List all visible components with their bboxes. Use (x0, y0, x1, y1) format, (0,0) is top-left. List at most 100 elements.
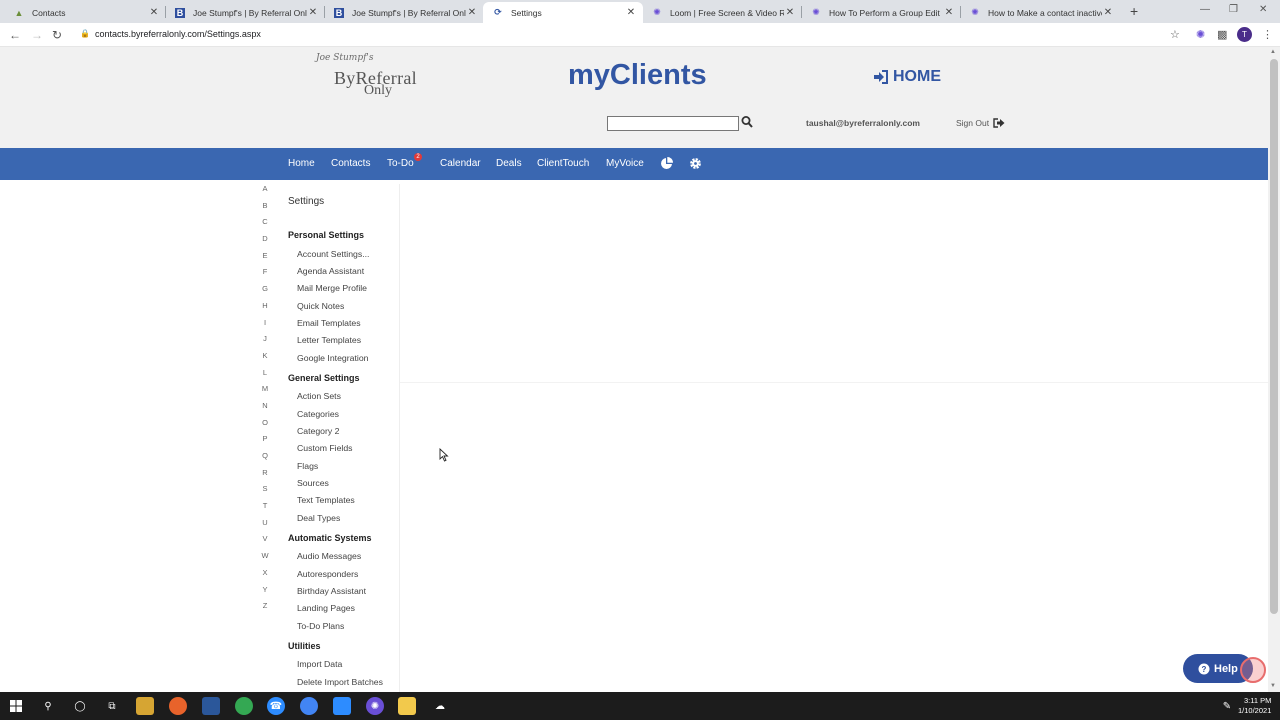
settings-link[interactable]: Letter Templates (297, 335, 361, 345)
alpha-letter[interactable]: P (258, 434, 272, 451)
settings-link[interactable]: Flags (297, 461, 318, 471)
scroll-down-icon[interactable]: ▼ (1270, 683, 1276, 689)
alpha-letter[interactable]: Z (258, 601, 272, 618)
alpha-letter[interactable]: W (258, 551, 272, 568)
zoom-icon[interactable] (333, 697, 351, 715)
loom-icon[interactable]: ✺ (366, 697, 384, 715)
nav-todo[interactable]: To-Do (387, 158, 414, 169)
cortana-icon[interactable]: ◯ (71, 697, 89, 715)
browser-tab[interactable]: B Joe Stumpf's | By Referral Only ✕ (324, 2, 484, 23)
calculator-icon[interactable] (202, 697, 220, 715)
settings-link[interactable]: Audio Messages (297, 551, 361, 561)
pen-icon[interactable]: ✎ (1218, 697, 1236, 715)
back-icon[interactable]: ← (9, 28, 21, 42)
alpha-letter[interactable]: M (258, 384, 272, 401)
pie-chart-icon[interactable] (660, 157, 673, 170)
reload-icon[interactable]: ↻ (52, 28, 62, 42)
settings-link[interactable]: Categories (297, 409, 339, 419)
settings-link[interactable]: Text Templates (297, 495, 355, 505)
scroll-thumb[interactable] (1270, 59, 1278, 614)
alpha-letter[interactable]: K (258, 351, 272, 368)
alpha-letter[interactable]: C (258, 217, 272, 234)
nav-contacts[interactable]: Contacts (331, 158, 370, 169)
settings-link[interactable]: Landing Pages (297, 603, 355, 613)
restore-icon[interactable]: ❐ (1229, 4, 1238, 15)
window-close-icon[interactable]: ✕ (1259, 4, 1267, 15)
alpha-letter[interactable]: S (258, 484, 272, 501)
brand-logo[interactable]: Joe Stumpf's ByReferral Only (316, 53, 436, 99)
settings-link[interactable]: Quick Notes (297, 301, 344, 311)
settings-link[interactable]: Account Settings... (297, 249, 369, 259)
alpha-letter[interactable]: G (258, 284, 272, 301)
alpha-letter[interactable]: B (258, 201, 272, 218)
settings-link[interactable]: Mail Merge Profile (297, 283, 367, 293)
alpha-letter[interactable]: A (258, 184, 272, 201)
search-icon[interactable]: ⚲ (39, 697, 57, 715)
nav-myvoice[interactable]: MyVoice (606, 158, 644, 169)
settings-link[interactable]: To-Do Plans (297, 621, 344, 631)
alpha-letter[interactable]: I (258, 318, 272, 335)
settings-link[interactable]: Custom Fields (297, 443, 353, 453)
close-icon[interactable]: ✕ (466, 7, 478, 18)
alpha-letter[interactable]: N (258, 401, 272, 418)
settings-link[interactable]: Sources (297, 478, 329, 488)
settings-link[interactable]: Action Sets (297, 391, 341, 401)
alpha-letter[interactable]: H (258, 301, 272, 318)
settings-link[interactable]: Email Templates (297, 318, 361, 328)
close-icon[interactable]: ✕ (784, 7, 796, 18)
firefox-icon[interactable] (169, 697, 187, 715)
home-link[interactable]: HOME (873, 68, 941, 86)
scroll-up-icon[interactable]: ▲ (1270, 49, 1276, 55)
forward-icon[interactable]: → (31, 28, 43, 42)
page-scrollbar[interactable]: ▲ ▼ (1268, 47, 1280, 692)
settings-link[interactable]: Deal Types (297, 513, 340, 523)
chrome-icon[interactable] (235, 697, 253, 715)
settings-link[interactable]: Import Data (297, 659, 342, 669)
settings-link[interactable]: Agenda Assistant (297, 266, 364, 276)
nav-calendar[interactable]: Calendar (440, 158, 481, 169)
browser-tab[interactable]: ✺ How to Make a contact inactive ✕ (960, 2, 1120, 23)
browser-tab[interactable]: ▲ Contacts ✕ (4, 2, 166, 23)
browser-tab-active[interactable]: ⟳ Settings ✕ (483, 2, 643, 23)
minimize-icon[interactable]: — (1200, 4, 1210, 15)
browser-tab[interactable]: ✺ Loom | Free Screen & Video Rec... ✕ (642, 2, 802, 23)
settings-link[interactable]: Google Integration (297, 353, 368, 363)
search-input[interactable] (607, 116, 739, 131)
new-tab-icon[interactable]: + (1130, 3, 1138, 19)
nav-deals[interactable]: Deals (496, 158, 522, 169)
settings-link[interactable]: Delete Import Batches (297, 677, 383, 687)
close-icon[interactable]: ✕ (148, 7, 160, 18)
cloud-app-icon[interactable]: ☁ (431, 697, 449, 715)
alpha-letter[interactable]: R (258, 468, 272, 485)
alpha-letter[interactable]: O (258, 418, 272, 435)
alpha-letter[interactable]: X (258, 568, 272, 585)
alpha-letter[interactable]: D (258, 234, 272, 251)
settings-link[interactable]: Category 2 (297, 426, 340, 436)
settings-link[interactable]: Birthday Assistant (297, 586, 366, 596)
alpha-letter[interactable]: J (258, 334, 272, 351)
close-icon[interactable]: ✕ (307, 7, 319, 18)
browser-tab[interactable]: B Joe Stumpf's | By Referral Only ✕ (165, 2, 325, 23)
close-icon[interactable]: ✕ (943, 7, 955, 18)
browser-tab[interactable]: ✺ How To Perform a Group Edit ✕ (801, 2, 961, 23)
sticky-notes-icon[interactable] (398, 697, 416, 715)
bookmark-star-icon[interactable]: ☆ (1170, 28, 1180, 41)
extensions-puzzle-icon[interactable]: ▩ (1217, 28, 1227, 41)
windows-start-icon[interactable] (7, 697, 25, 715)
file-explorer-icon[interactable] (136, 697, 154, 715)
close-icon[interactable]: ✕ (1102, 7, 1114, 18)
settings-link[interactable]: Autoresponders (297, 569, 358, 579)
chrome-alt-icon[interactable] (300, 697, 318, 715)
alpha-letter[interactable]: Q (258, 451, 272, 468)
alpha-letter[interactable]: V (258, 534, 272, 551)
browser-menu-icon[interactable]: ⋮ (1262, 28, 1273, 41)
close-icon[interactable]: ✕ (625, 7, 637, 18)
profile-avatar[interactable]: T (1237, 27, 1252, 42)
gear-icon[interactable] (689, 157, 702, 170)
alpha-letter[interactable]: L (258, 368, 272, 385)
loom-extension-icon[interactable]: ✺ (1196, 28, 1205, 41)
url-field[interactable]: contacts.byreferralonly.com/Settings.asp… (95, 29, 261, 39)
search-icon[interactable] (741, 115, 753, 129)
task-view-icon[interactable]: ⧉ (103, 697, 121, 715)
nav-clienttouch[interactable]: ClientTouch (537, 158, 589, 169)
